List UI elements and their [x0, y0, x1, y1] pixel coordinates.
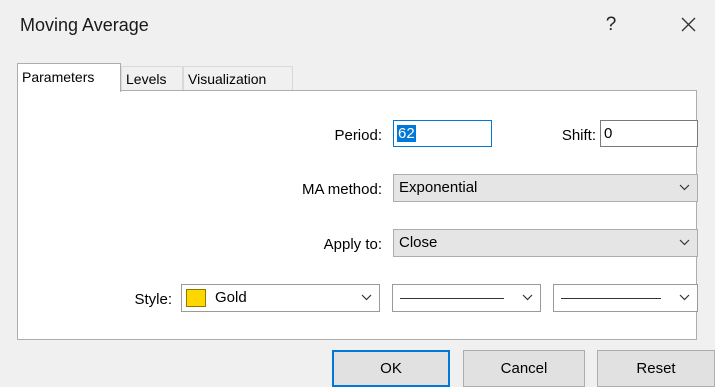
dialog-title: Moving Average — [20, 15, 149, 35]
ma-method-label: MA method: — [301, 181, 382, 198]
period-label: Period: — [334, 127, 382, 144]
reset-button[interactable]: Reset — [597, 350, 715, 387]
tab-visualization[interactable]: Visualization — [183, 66, 293, 90]
apply-to-value: Close — [399, 234, 438, 251]
chevron-down-icon — [522, 294, 533, 301]
help-button[interactable]: ? — [598, 10, 624, 40]
style-color-dropdown[interactable]: Gold — [181, 284, 380, 312]
apply-to-label: Apply to: — [323, 236, 382, 253]
chevron-down-icon — [679, 294, 690, 301]
close-icon — [681, 17, 695, 32]
period-value: 62 — [397, 125, 416, 142]
line-width-sample — [561, 298, 661, 299]
style-color-value: Gold — [215, 289, 247, 306]
ma-method-value: Exponential — [399, 179, 478, 196]
apply-to-dropdown[interactable]: Close — [393, 229, 698, 257]
shift-label: Shift: — [561, 127, 596, 144]
ok-button[interactable]: OK — [332, 350, 450, 387]
style-label: Style: — [134, 291, 172, 308]
line-style-dropdown[interactable] — [392, 284, 541, 312]
cancel-button[interactable]: Cancel — [463, 350, 585, 387]
period-input[interactable]: 62 — [393, 120, 492, 147]
color-swatch — [186, 289, 206, 307]
shift-input[interactable]: 0 — [600, 120, 698, 147]
close-button[interactable] — [674, 10, 702, 40]
tab-parameters[interactable]: Parameters — [17, 63, 121, 92]
chevron-down-icon — [361, 294, 372, 301]
tab-levels[interactable]: Levels — [121, 66, 183, 90]
title-bar: Moving Average ? — [0, 0, 715, 52]
chevron-down-icon — [679, 239, 690, 246]
ma-method-dropdown[interactable]: Exponential — [393, 174, 698, 202]
chevron-down-icon — [679, 184, 690, 191]
line-width-dropdown[interactable] — [553, 284, 698, 312]
line-style-sample — [400, 298, 504, 299]
